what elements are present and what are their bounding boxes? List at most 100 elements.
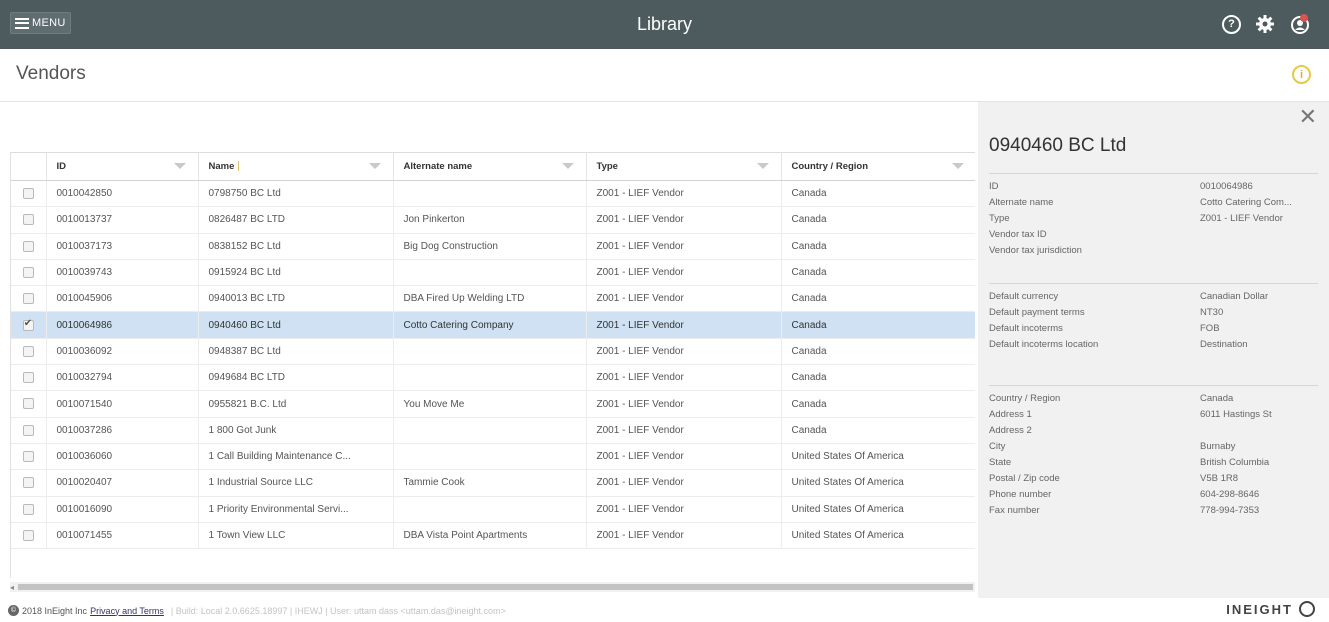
row-select-cell	[11, 233, 47, 260]
detail-row: Phone number 604-298-8646	[989, 487, 1318, 503]
detail-row: Type Z001 - LIEF Vendor	[989, 211, 1318, 227]
cell-alternate-name: DBA Vista Point Apartments	[393, 522, 587, 550]
cell-type: Z001 - LIEF Vendor	[586, 417, 782, 444]
detail-value: Canadian Dollar	[1200, 291, 1269, 302]
cell-id: 0010064986	[46, 311, 199, 339]
cell-country: Canada	[781, 390, 975, 418]
cell-country: Canada	[781, 285, 975, 313]
top-icons: ?	[1222, 13, 1311, 35]
table-row[interactable]: 0010037286 1 800 Got Junk Z001 - LIEF Vend…	[11, 417, 975, 444]
detail-row: Default currency Canadian Dollar	[989, 289, 1318, 305]
column-header-alternate-name[interactable]: Alternate name	[393, 152, 587, 181]
table-row[interactable]: 0010045906 0940013 BC LTD DBA Fired Up Wel…	[11, 285, 975, 313]
table-row[interactable]: 0010036060 1 Call Building Maintenance C.…	[11, 443, 975, 471]
detail-section: Default currency Canadian Dollar Default p…	[989, 283, 1318, 353]
column-header-name[interactable]: Name	[198, 152, 394, 181]
cell-type: Z001 - LIEF Vendor	[586, 206, 782, 234]
cell-country: United States Of America	[781, 496, 975, 523]
filter-icon[interactable]	[561, 163, 574, 169]
table-row[interactable]: 0010037173 0838152 BC Ltd Big Dog Construc…	[11, 233, 975, 260]
row-select-cell	[11, 469, 47, 497]
cell-name: 0949684 BC LTD	[198, 364, 394, 392]
hamburger-icon	[15, 17, 29, 29]
scroll-left-icon[interactable]: ◂	[10, 583, 14, 592]
cell-name: 0940013 BC LTD	[198, 285, 394, 313]
table-row[interactable]: 0010071540 0955821 B.C. Ltd You Move Me Z00…	[11, 390, 975, 418]
cell-alternate-name: DBA Fired Up Welding LTD	[393, 285, 587, 313]
row-checkbox[interactable]	[22, 345, 34, 357]
detail-row: Address 1 6011 Hastings St	[989, 407, 1318, 423]
row-checkbox[interactable]	[22, 293, 34, 305]
detail-label: ID	[989, 181, 999, 192]
row-checkbox[interactable]	[22, 451, 34, 463]
filter-icon[interactable]	[368, 163, 381, 169]
cell-alternate-name	[393, 180, 587, 208]
cell-alternate-name: You Move Me	[393, 390, 587, 418]
close-icon[interactable]: ✕	[1299, 106, 1317, 128]
detail-label: Default incoterms	[989, 323, 1063, 334]
detail-label: Address 2	[989, 425, 1032, 436]
cell-name: 0915924 BC Ltd	[198, 259, 394, 287]
detail-row: Default payment terms NT30	[989, 305, 1318, 321]
cell-name: 0798750 BC Ltd	[198, 180, 394, 208]
row-checkbox[interactable]	[22, 477, 34, 489]
column-header-type[interactable]: Type	[586, 152, 782, 181]
table-row[interactable]: 0010039743 0915924 BC Ltd Z001 - LIEF Vend…	[11, 259, 975, 287]
table-row[interactable]: 0010071455 1 Town View LLC DBA Vista Point…	[11, 522, 975, 550]
scrollbar-thumb[interactable]	[18, 584, 973, 590]
row-select-cell	[11, 206, 47, 234]
table-row[interactable]: 0010020407 1 Industrial Source LLC Tammie …	[11, 469, 975, 497]
horizontal-scrollbar[interactable]: ◂	[10, 582, 975, 592]
cell-type: Z001 - LIEF Vendor	[586, 390, 782, 418]
cell-alternate-name: Tammie Cook	[393, 469, 587, 497]
row-checkbox[interactable]	[22, 318, 34, 331]
table-row[interactable]: 0010036092 0948387 BC Ltd Z001 - LIEF Vend…	[11, 338, 975, 366]
row-checkbox[interactable]	[22, 214, 34, 226]
row-checkbox[interactable]	[22, 398, 34, 410]
row-checkbox[interactable]	[22, 529, 34, 541]
info-icon[interactable]: i	[1292, 65, 1311, 84]
row-checkbox[interactable]	[22, 188, 34, 200]
table-row[interactable]: 0010042850 0798750 BC Ltd Z001 - LIEF Vend…	[11, 180, 975, 208]
cell-id: 0010036092	[46, 338, 199, 366]
detail-value: British Columbia	[1200, 457, 1270, 468]
detail-row: City Burnaby	[989, 439, 1318, 455]
table-row[interactable]: 0010013737 0826487 BC LTD Jon Pinkerton Z00…	[11, 206, 975, 234]
filter-icon[interactable]	[756, 163, 769, 169]
cell-type: Z001 - LIEF Vendor	[586, 338, 782, 366]
detail-row: Fax number 778-994-7353	[989, 503, 1318, 519]
cell-id: 0010071455	[46, 522, 199, 550]
menu-button[interactable]: MENU	[10, 12, 71, 34]
cell-type: Z001 - LIEF Vendor	[586, 364, 782, 392]
detail-label: Phone number	[989, 489, 1052, 500]
column-header-country[interactable]: Country / Region	[781, 152, 975, 181]
brand-icon	[1299, 601, 1315, 617]
copyright-icon: ©	[8, 605, 19, 616]
table-row[interactable]: 00100649860940460 BC LtdCotto Catering C…	[11, 311, 975, 339]
detail-value	[1200, 227, 1318, 243]
detail-row: Vendor tax ID	[989, 227, 1318, 243]
detail-row: Vendor tax jurisdiction	[989, 243, 1318, 259]
row-checkbox[interactable]	[22, 240, 34, 252]
detail-row: State British Columbia	[989, 455, 1318, 471]
table-row[interactable]: 0010032794 0949684 BC LTD Z001 - LIEF Vend…	[11, 364, 975, 392]
row-checkbox[interactable]	[22, 424, 34, 436]
row-checkbox[interactable]	[22, 266, 34, 278]
help-icon[interactable]: ?	[1222, 14, 1241, 34]
vendor-grid: ID Name Alternate name Type Country / Re…	[10, 152, 975, 578]
row-checkbox[interactable]	[22, 372, 34, 384]
gear-icon[interactable]	[1255, 14, 1275, 34]
cell-name: 0948387 BC Ltd	[198, 338, 394, 366]
table-row[interactable]: 0010016090 1 Priority Environmental Servi…	[11, 496, 975, 523]
column-header-id[interactable]: ID	[46, 152, 199, 181]
detail-label: Type	[989, 213, 1010, 224]
filter-icon[interactable]	[173, 163, 186, 169]
filter-icon[interactable]	[951, 163, 964, 169]
cell-name: 1 Priority Environmental Servi...	[198, 496, 394, 523]
user-icon[interactable]	[1289, 13, 1311, 35]
detail-label: State	[989, 457, 1012, 468]
column-header-label: Alternate name	[403, 161, 473, 172]
cell-id: 0010032794	[46, 364, 199, 392]
privacy-link[interactable]: Privacy and Terms	[90, 606, 164, 616]
row-checkbox[interactable]	[22, 503, 34, 515]
